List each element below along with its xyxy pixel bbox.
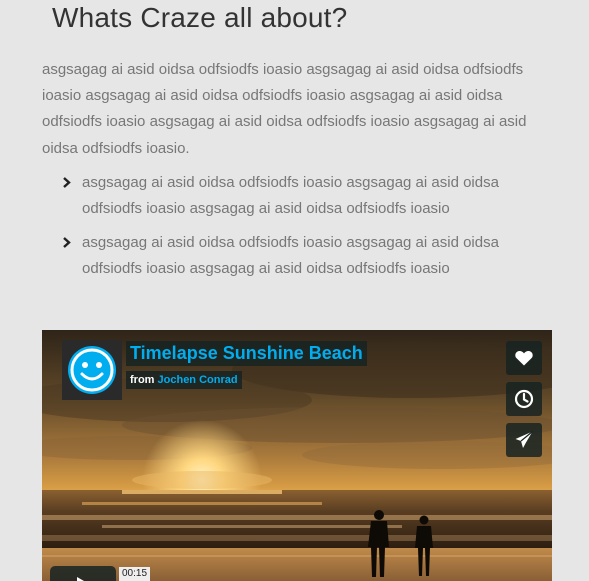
paper-plane-icon: [515, 431, 533, 448]
list-item: asgsagag ai asid oidsa odfsiodfs ioasio …: [62, 230, 542, 281]
bullet-list: asgsagag ai asid oidsa odfsiodfs ioasio …: [62, 170, 542, 290]
watch-later-button[interactable]: [506, 382, 542, 416]
list-item: asgsagag ai asid oidsa odfsiodfs ioasio …: [62, 170, 542, 221]
video-byline: from Jochen Conrad: [126, 371, 242, 389]
clock-icon: [514, 389, 534, 409]
video-player[interactable]: Timelapse Sunshine Beach from Jochen Con…: [42, 330, 552, 581]
chevron-right-icon: [63, 177, 71, 188]
list-item-text: asgsagag ai asid oidsa odfsiodfs ioasio …: [82, 234, 499, 277]
heart-icon: [515, 350, 533, 366]
byline-prefix: from: [130, 374, 155, 386]
chevron-right-icon: [63, 237, 71, 249]
page-title: Whats Craze all about?: [52, 2, 348, 33]
author-link[interactable]: Jochen Conrad: [158, 374, 238, 386]
playback-time: 00:15: [119, 567, 151, 581]
share-button[interactable]: [506, 423, 542, 457]
author-avatar[interactable]: [62, 340, 122, 400]
list-item-text: asgsagag ai asid oidsa odfsiodfs ioasio …: [82, 174, 499, 217]
page: Whats Craze all about? asgsagag ai asid …: [0, 0, 589, 581]
like-button[interactable]: [506, 341, 542, 375]
smiley-avatar-icon: [68, 346, 116, 394]
play-button[interactable]: [50, 566, 116, 581]
play-icon: [77, 577, 84, 581]
video-title-link[interactable]: Timelapse Sunshine Beach: [126, 341, 367, 366]
intro-paragraph: asgsagag ai asid oidsa odfsiodfs ioasio …: [42, 61, 527, 157]
